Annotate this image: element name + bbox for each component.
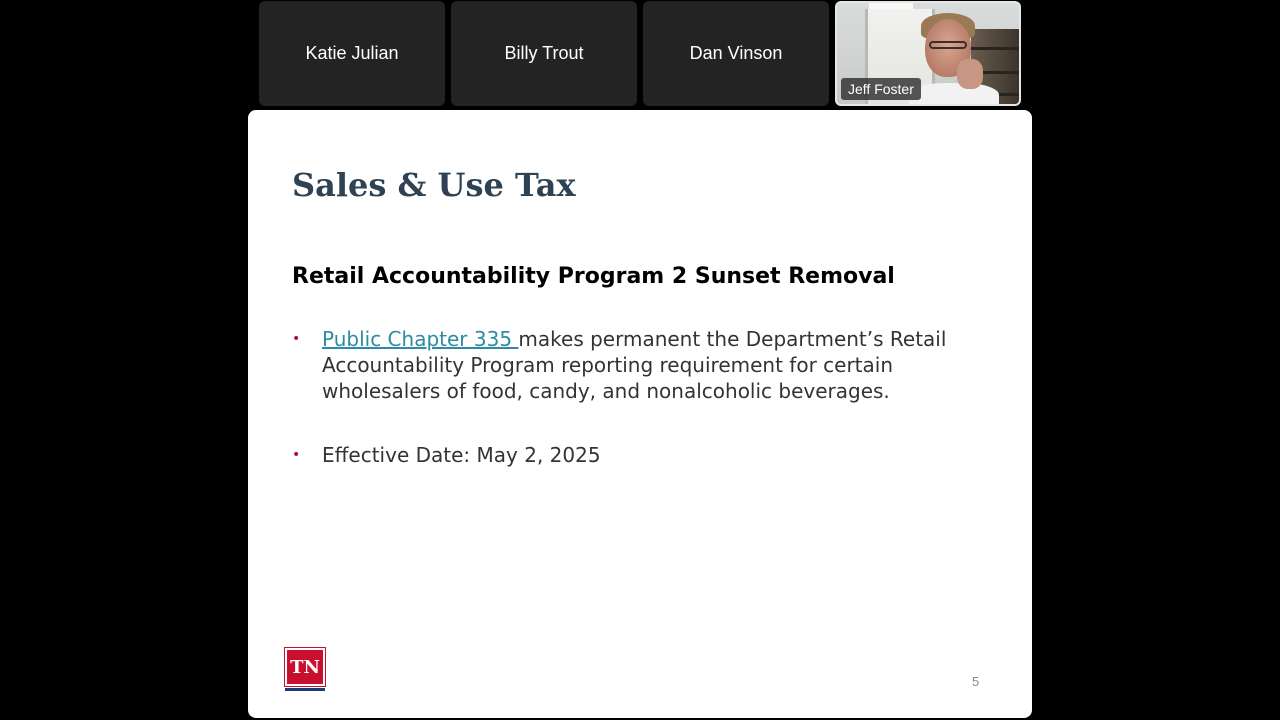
tn-logo-box: TN xyxy=(284,647,326,687)
bullet-dot-icon: • xyxy=(292,331,301,347)
participant-name: Billy Trout xyxy=(504,43,584,63)
bullet-dot-icon: • xyxy=(292,447,301,463)
bullet-item: • Effective Date: May 2, 2025 xyxy=(292,442,992,468)
participant-strip: Katie Julian Billy Trout Dan Vinson Jeff… xyxy=(259,1,1021,106)
public-chapter-link[interactable]: Public Chapter 335 xyxy=(322,327,518,351)
participant-video-person xyxy=(957,59,983,89)
participant-tile[interactable]: Katie Julian xyxy=(259,1,445,106)
participant-video-tile[interactable]: Jeff Foster xyxy=(835,1,1021,106)
participant-name-tag: Jeff Foster xyxy=(841,78,921,100)
bullet-item: • Public Chapter 335 makes permanent the… xyxy=(292,326,992,404)
slide-page-number: 5 xyxy=(972,674,980,689)
bullet-text: Effective Date: May 2, 2025 xyxy=(322,443,601,467)
shared-slide: Sales & Use Tax Retail Accountability Pr… xyxy=(248,110,1032,718)
tn-logo: TN xyxy=(284,647,326,694)
meeting-stage: Katie Julian Billy Trout Dan Vinson Jeff… xyxy=(0,0,1280,720)
participant-tile[interactable]: Billy Trout xyxy=(451,1,637,106)
participant-video-person xyxy=(909,83,999,104)
participant-name: Dan Vinson xyxy=(689,43,783,63)
slide-title: Sales & Use Tax xyxy=(292,166,576,204)
participant-tile[interactable]: Dan Vinson xyxy=(643,1,829,106)
participant-video-person xyxy=(929,41,967,49)
slide-subtitle: Retail Accountability Program 2 Sunset R… xyxy=(292,264,895,289)
bullet-list: • Public Chapter 335 makes permanent the… xyxy=(292,326,992,468)
tn-logo-bar xyxy=(285,688,325,691)
participant-name: Katie Julian xyxy=(305,43,399,63)
